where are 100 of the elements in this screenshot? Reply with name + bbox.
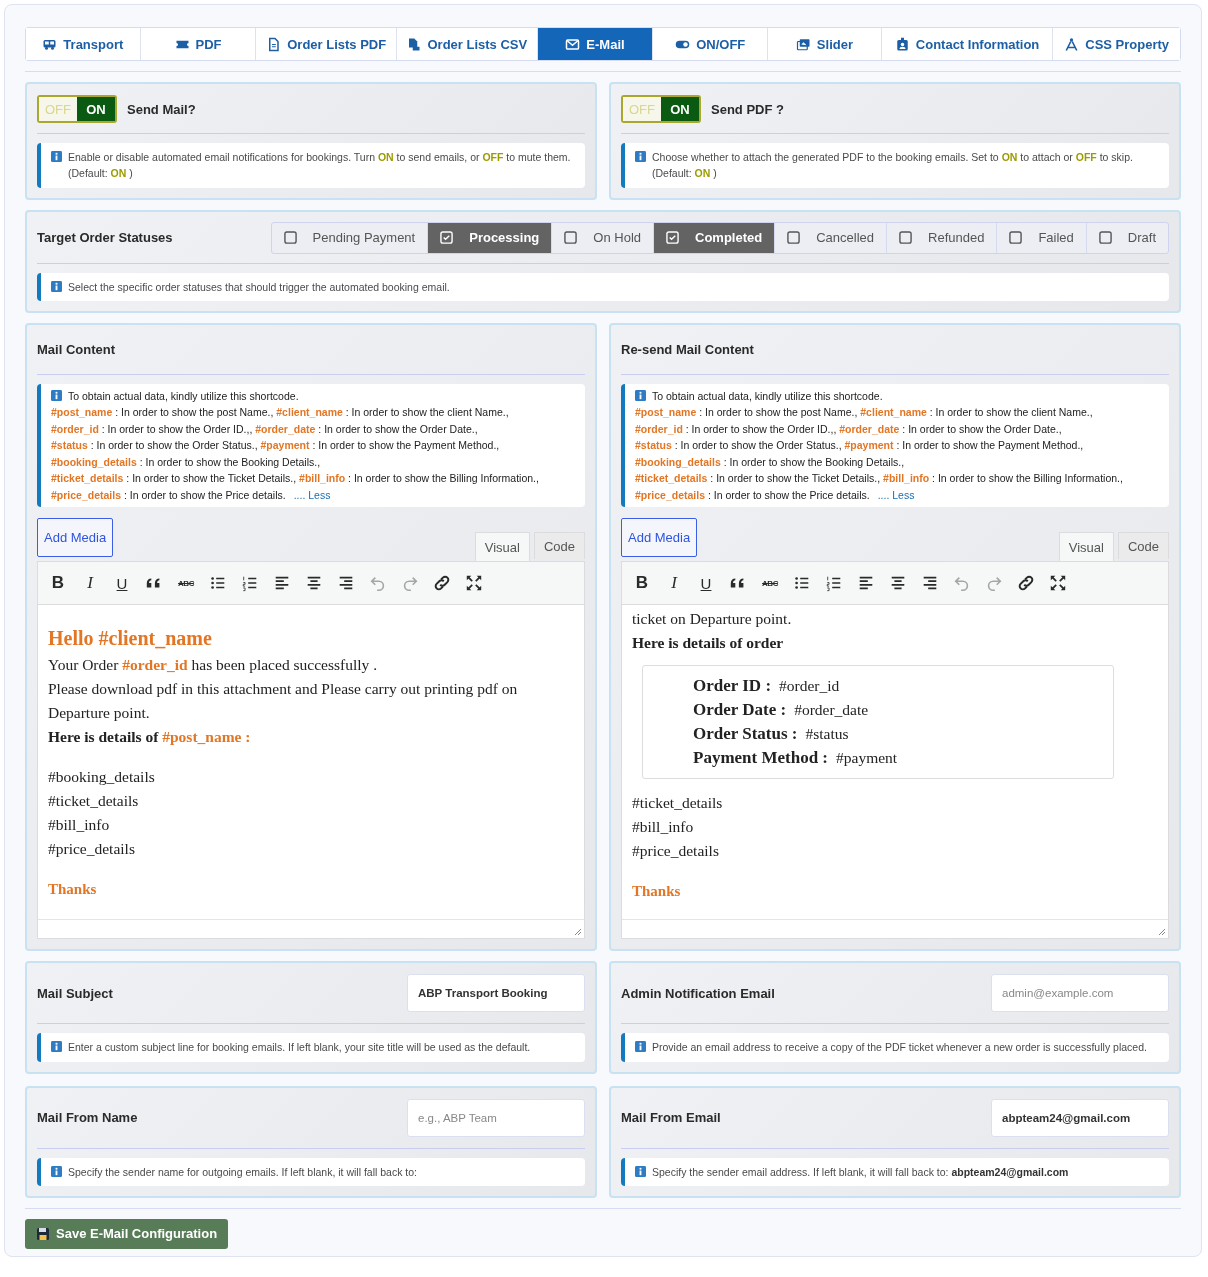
file-icon bbox=[266, 36, 282, 52]
editor-line: Please download pdf in this attachment and Please carry out printing pdf on Departure point. bbox=[48, 679, 519, 724]
panel-title: Re-send Mail Content bbox=[621, 342, 754, 358]
shortcode-line: #price_details : In order to show the Price details. bbox=[635, 488, 870, 501]
checkbox-icon bbox=[283, 231, 297, 245]
underline-button[interactable]: U bbox=[108, 569, 136, 598]
editor-line: #ticket_details bbox=[632, 793, 724, 814]
redo-icon bbox=[985, 574, 1003, 593]
link-icon bbox=[433, 574, 451, 593]
less-link[interactable]: .... Less bbox=[293, 488, 331, 501]
status-option[interactable]: Cancelled bbox=[775, 222, 887, 253]
info-icon bbox=[51, 1041, 62, 1053]
id-badge-icon bbox=[894, 36, 910, 52]
checkbox-icon bbox=[564, 231, 578, 245]
fullscreen-icon bbox=[1049, 574, 1067, 593]
detail-value: #order_date bbox=[794, 700, 869, 721]
bold-button[interactable]: B bbox=[44, 569, 72, 598]
redo-icon bbox=[401, 574, 419, 593]
text-field[interactable]: admin@example.com bbox=[991, 974, 1169, 1013]
envelope-icon bbox=[565, 36, 581, 52]
detail-value: #status bbox=[805, 724, 849, 745]
resize-handle-icon[interactable] bbox=[1156, 926, 1166, 937]
detail-label: Order Status : bbox=[693, 723, 798, 746]
info-text: Specify the sender email address. If left blank, it will fall back to: abpteam24@gmail.com bbox=[652, 1164, 1069, 1180]
editor-line: #price_details bbox=[48, 839, 136, 860]
info-text: Choose whether to attach the generated PDF to the booking emails. Set to ON to attach or OFF to skip. (Default: ON ) bbox=[652, 150, 1134, 182]
add-media-button[interactable]: Add Media bbox=[37, 518, 114, 558]
help-text: To obtain actual data, kindly utilize this shortcode. bbox=[68, 389, 299, 402]
editor-line: #bill_info bbox=[48, 815, 111, 836]
checkbox-icon bbox=[1009, 231, 1023, 245]
editor-mode-tab[interactable]: Code bbox=[1117, 532, 1169, 560]
help-text: To obtain actual data, kindly utilize this shortcode. bbox=[652, 389, 883, 402]
shortcode-line: #ticket_details : In order to show the Ticket Details., #bill_info : In order to show the Billing Information., bbox=[635, 472, 1123, 485]
field-label: Mail From Email bbox=[621, 1110, 721, 1126]
info-icon bbox=[51, 280, 62, 292]
shortcode-line: #ticket_details : In order to show the Ticket Details., #bill_info : In order to show the Billing Information., bbox=[51, 472, 539, 485]
text-field[interactable]: ABP Transport Booking bbox=[407, 974, 585, 1013]
italic-button[interactable]: I bbox=[660, 569, 688, 598]
numbered-list-icon bbox=[825, 574, 843, 593]
italic-button[interactable]: I bbox=[76, 569, 104, 598]
info-text: Enable or disable automated email notifications for bookings. Turn ON to send emails, or OFF to mute them. (Default: ON ) bbox=[68, 150, 572, 182]
compass-icon bbox=[1064, 36, 1080, 52]
resize-handle-icon[interactable] bbox=[572, 926, 582, 937]
info-icon bbox=[51, 151, 62, 162]
checkbox-icon bbox=[787, 231, 801, 245]
editor-line: Thanks bbox=[632, 882, 682, 902]
detail-label: Order ID : bbox=[693, 675, 772, 698]
status-option[interactable]: Refunded bbox=[887, 222, 998, 253]
strikethrough-button[interactable]: ABC bbox=[172, 569, 200, 598]
shortcode-line: #post_name : In order to show the post Name., #client_name : In order to show the client Name., bbox=[635, 406, 1093, 419]
nav-tab[interactable]: Transport bbox=[26, 28, 141, 60]
panel-title: Mail Content bbox=[37, 342, 115, 358]
shortcode-line: #order_id : In order to show the Order ID.,, #order_date : In order to show the Order Date., bbox=[51, 422, 478, 435]
info-icon bbox=[635, 389, 646, 401]
undo-icon bbox=[369, 574, 387, 593]
add-media-button[interactable]: Add Media bbox=[621, 518, 698, 558]
field-label: Admin Notification Email bbox=[621, 985, 775, 1001]
bold-button[interactable]: B bbox=[628, 569, 656, 598]
checked-box-icon bbox=[666, 231, 679, 245]
info-icon bbox=[51, 1165, 62, 1177]
status-option[interactable]: Completed bbox=[654, 222, 776, 253]
strikethrough-button[interactable]: ABC bbox=[756, 569, 784, 598]
checked-box-icon bbox=[440, 231, 454, 245]
status-option[interactable]: Processing bbox=[428, 222, 553, 253]
editor-line: #booking_details bbox=[48, 767, 156, 788]
toggle-switch[interactable]: OFF ON bbox=[37, 95, 117, 123]
checkbox-icon bbox=[899, 231, 912, 245]
shortcode-line: #booking_details : In order to show the Booking Details., bbox=[635, 455, 905, 468]
status-option[interactable]: Failed bbox=[997, 222, 1087, 253]
numbered-list-icon bbox=[241, 574, 259, 593]
editor-mode-tab[interactable]: Visual bbox=[1058, 532, 1114, 562]
status-option[interactable]: Draft bbox=[1086, 222, 1168, 253]
less-link[interactable]: .... Less bbox=[877, 488, 915, 501]
editor-content[interactable]: ticket on Departure point. Here is details of order Order ID : #order_id Order Date : #order_date Order Status : #status Payment Method : #payment #ticket_details #bill_info #price_details Thanks bbox=[622, 605, 1168, 920]
editor-line: Thanks bbox=[48, 880, 98, 900]
nav-tab[interactable]: E-Mail bbox=[537, 28, 654, 60]
info-icon bbox=[635, 151, 646, 162]
shortcode-line: #status : In order to show the Order Status., #payment : In order to show the Payment Method., bbox=[51, 439, 500, 452]
text-field[interactable]: abpteam24@gmail.com bbox=[991, 1098, 1169, 1137]
editor-mode-tab[interactable]: Code bbox=[533, 532, 585, 560]
panel-title: Target Order Statuses bbox=[37, 230, 173, 246]
save-button[interactable]: Save E-Mail Configuration bbox=[25, 1218, 229, 1249]
underline-button[interactable]: U bbox=[692, 569, 720, 598]
file-icon bbox=[406, 36, 422, 52]
text-field[interactable]: e.g., ABP Team bbox=[407, 1098, 585, 1137]
info-text: Specify the sender name for outgoing emails. If left blank, it will fall back to: bbox=[68, 1164, 417, 1180]
info-text: Provide an email address to receive a copy of the PDF ticket whenever a new order is successfully placed. bbox=[652, 1040, 1147, 1056]
panel-title: Send Mail? bbox=[127, 101, 196, 117]
shortcode-line: #booking_details : In order to show the Booking Details., bbox=[51, 455, 321, 468]
shortcode-line: #status : In order to show the Order Status., #payment : In order to show the Payment Method., bbox=[635, 439, 1084, 452]
shortcode-line: #price_details : In order to show the Price details. bbox=[51, 488, 286, 501]
shortcode-line: #post_name : In order to show the post Name., #client_name : In order to show the client Name., bbox=[51, 406, 509, 419]
images-icon bbox=[795, 36, 811, 52]
detail-label: Order Date : bbox=[693, 699, 787, 722]
toggle-switch[interactable]: OFF ON bbox=[621, 95, 701, 123]
field-label: Mail Subject bbox=[37, 985, 113, 1001]
info-icon bbox=[51, 389, 62, 401]
editor-mode-tab[interactable]: Visual bbox=[474, 532, 530, 562]
info-text: Enter a custom subject line for booking emails. If left blank, your site title will be used as the default. bbox=[68, 1040, 531, 1056]
panel-title: Send PDF ? bbox=[711, 101, 784, 117]
